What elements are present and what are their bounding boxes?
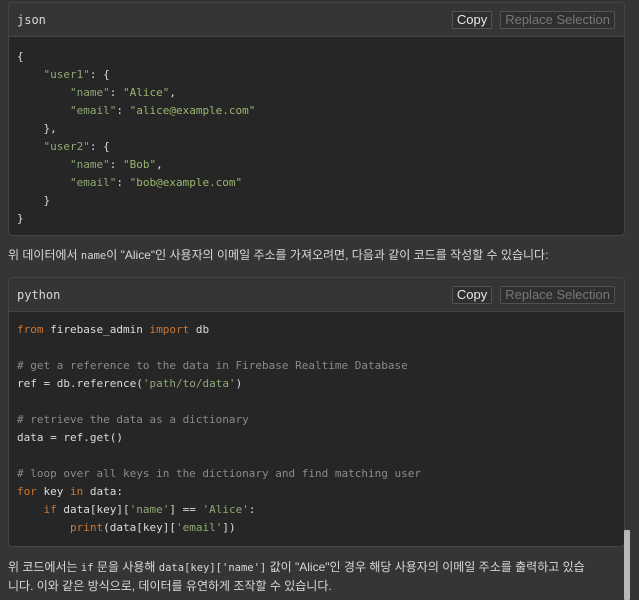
code-line: { [17, 48, 616, 66]
language-label: python [17, 287, 61, 302]
code-line: "name": "Alice", [17, 84, 616, 102]
code-token: "Bob" [122, 158, 157, 171]
code-token: "bob@example.com" [129, 176, 243, 189]
code-token: "email" [69, 176, 117, 189]
code-content: { "user1": { "name": "Alice", "email": "… [9, 37, 624, 228]
code-token: # get a reference to the data in Firebas… [17, 359, 408, 372]
code-token: 'Alice' [202, 503, 249, 516]
code-token: # loop over all keys in the dictionary a… [17, 467, 421, 480]
code-token: db [189, 323, 210, 336]
code-token: if [43, 503, 57, 516]
code-token: 'name' [129, 503, 170, 516]
inline-code: data[key]['name'] [158, 562, 267, 574]
python-code-block: python Copy Replace Selection from fireb… [8, 277, 625, 547]
code-token: print [69, 521, 104, 534]
code-token: , [156, 158, 163, 171]
code-token: , [169, 86, 176, 99]
code-content: from firebase_admin import db # get a ref… [9, 312, 624, 537]
code-token: : [248, 503, 256, 516]
code-line: from firebase_admin import db [17, 321, 616, 339]
code-block-header: python Copy Replace Selection [9, 278, 624, 312]
paragraph-text: 위 데이터에서 name이 "Alice"인 사용자의 이메일 주소를 가져오려… [8, 248, 549, 262]
code-line: "email": "alice@example.com" [17, 102, 616, 120]
code-token: "email" [69, 104, 117, 117]
code-token: ref = db.reference( [17, 377, 143, 390]
code-line: "name": "Bob", [17, 156, 616, 174]
paragraph-text: 위 코드에서는 if 문을 사용해 data[key]['name'] 값이 "… [8, 560, 585, 593]
code-token: firebase_admin [43, 323, 150, 336]
code-token: : [116, 176, 130, 189]
code-token: import [149, 323, 190, 336]
code-block-header: json Copy Replace Selection [9, 3, 624, 37]
code-line: "email": "bob@example.com" [17, 174, 616, 192]
code-line: print(data[key]['email']) [17, 519, 616, 537]
inline-code: name [80, 250, 107, 262]
code-token: # retrieve the data as a dictionary [17, 413, 249, 426]
code-token: key [36, 485, 70, 498]
code-token: "alice@example.com" [129, 104, 256, 117]
code-token: : [109, 86, 123, 99]
code-token: : [109, 158, 123, 171]
code-token: ) [235, 377, 243, 390]
code-line: ref = db.reference('path/to/data') [17, 375, 616, 393]
code-token: 'path/to/data' [142, 377, 236, 390]
code-token: data = ref.get() [17, 431, 123, 444]
code-token: : { [89, 140, 110, 153]
code-token: }, [17, 122, 57, 135]
inline-code: if [80, 562, 94, 574]
code-line: } [17, 192, 616, 210]
code-token: for [17, 485, 37, 498]
json-code-block: json Copy Replace Selection { "user1": {… [8, 2, 625, 236]
copy-button[interactable]: Copy [451, 285, 493, 304]
code-line: for key in data: [17, 483, 616, 501]
code-token: from [17, 323, 44, 336]
code-token: 'email' [175, 521, 223, 534]
code-token: data[key][ [56, 503, 130, 516]
code-token: : [116, 104, 130, 117]
code-token: } [17, 212, 24, 225]
code-token: "user2" [43, 140, 90, 153]
code-token: "name" [69, 158, 110, 171]
code-token: : { [89, 68, 110, 81]
code-token: "user1" [43, 68, 90, 81]
code-line: "user1": { [17, 66, 616, 84]
replace-selection-button[interactable]: Replace Selection [500, 285, 615, 304]
replace-selection-button[interactable]: Replace Selection [500, 10, 615, 29]
code-line: } [17, 210, 616, 228]
code-line: data = ref.get() [17, 429, 616, 447]
code-token: "name" [69, 86, 110, 99]
code-token: data: [83, 485, 123, 498]
code-line: # loop over all keys in the dictionary a… [17, 465, 616, 483]
code-token: (data[key][ [103, 521, 176, 534]
code-line: # get a reference to the data in Firebas… [17, 357, 616, 375]
code-token: in [70, 485, 84, 498]
code-token: ]) [222, 521, 236, 534]
code-line: "user2": { [17, 138, 616, 156]
language-label: json [17, 12, 46, 27]
copy-button[interactable]: Copy [451, 10, 493, 29]
code-line: if data[key]['name'] == 'Alice': [17, 501, 616, 519]
code-line: }, [17, 120, 616, 138]
code-token: { [17, 50, 24, 63]
scrollbar-thumb[interactable] [624, 530, 630, 600]
code-token: } [17, 194, 51, 207]
code-line: # retrieve the data as a dictionary [17, 411, 616, 429]
code-token: "Alice" [122, 86, 170, 99]
code-token: ] == [169, 503, 203, 516]
